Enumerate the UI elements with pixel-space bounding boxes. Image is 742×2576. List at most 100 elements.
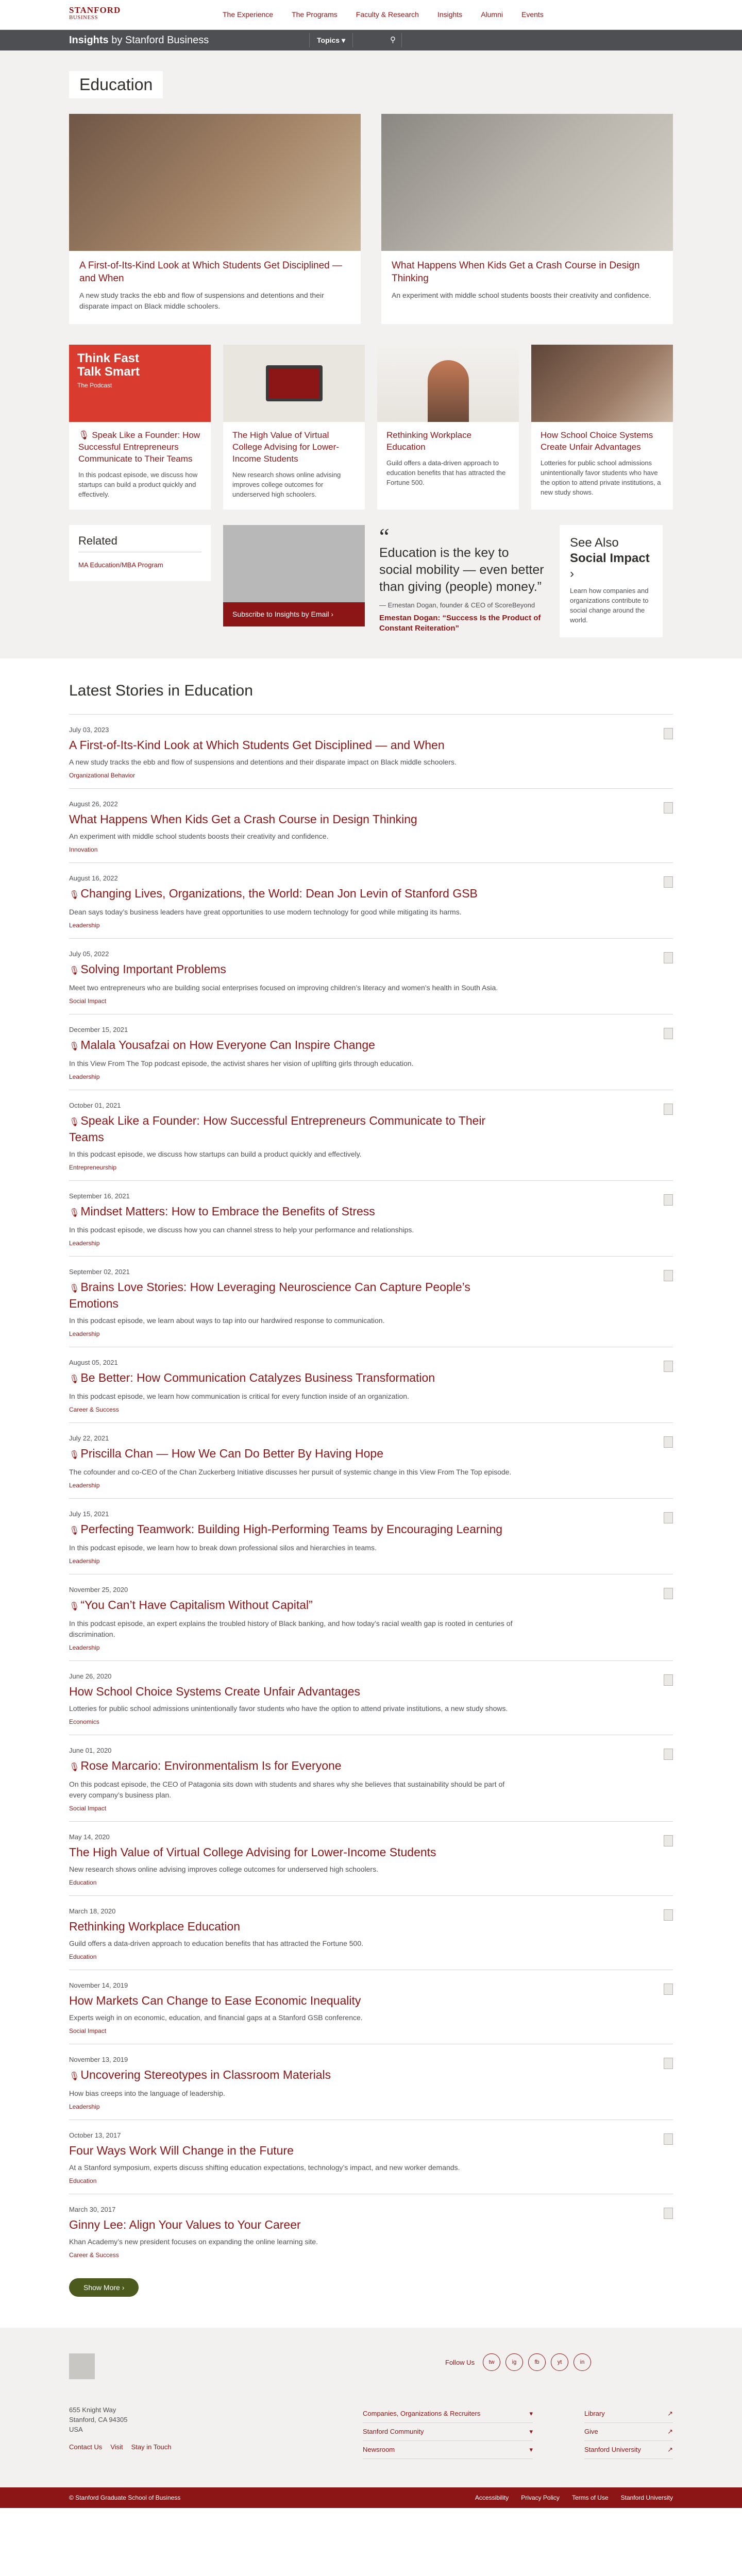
show-more-button[interactable]: Show More › — [69, 2278, 139, 2297]
nav-faculty-research[interactable]: Faculty & Research — [356, 10, 419, 19]
story-card-title[interactable]: How School Choice Systems Create Unfair … — [541, 429, 664, 453]
nav-insights[interactable]: Insights — [437, 10, 462, 19]
contact-us-link[interactable]: Contact Us — [69, 2443, 102, 2451]
bookmark-icon[interactable] — [664, 1588, 673, 1599]
story-topic-tag[interactable]: Leadership — [69, 2103, 673, 2110]
subscribe-box[interactable]: Subscribe to Insights by Email › — [223, 525, 365, 626]
bookmark-icon[interactable] — [664, 1194, 673, 1206]
bookmark-icon[interactable] — [664, 1984, 673, 1995]
see-also-box[interactable]: See Also Social Impact › Learn how compa… — [560, 525, 663, 637]
stanford-business-logo[interactable]: STANFORD BUSINESS — [69, 6, 121, 21]
story-title[interactable]: The High Value of Virtual College Advisi… — [69, 1845, 522, 1860]
insights-brand[interactable]: Insights by Stanford Business — [69, 35, 209, 46]
story-title[interactable]: 🎙 Solving Important Problems — [69, 962, 522, 978]
twitter-icon[interactable]: tw — [483, 2353, 501, 2371]
story-topic-tag[interactable]: Leadership — [69, 1240, 673, 1247]
related-link[interactable]: MA Education/MBA Program — [78, 561, 201, 570]
bookmark-icon[interactable] — [664, 1028, 673, 1039]
bookmark-icon[interactable] — [664, 2133, 673, 2145]
story-title[interactable]: 🎙 Rose Marcario: Environmentalism Is for… — [69, 1758, 522, 1775]
story-title[interactable]: Four Ways Work Will Change in the Future — [69, 2143, 522, 2158]
accessibility-link[interactable]: Accessibility — [475, 2494, 509, 2501]
story-title[interactable]: How School Choice Systems Create Unfair … — [69, 1684, 522, 1699]
footer-link[interactable]: Stanford Community ▾ — [363, 2423, 533, 2441]
linkedin-icon[interactable]: in — [574, 2353, 592, 2371]
footer-link[interactable]: Give ↗ — [584, 2423, 673, 2441]
footer-logo[interactable] — [69, 2353, 95, 2379]
bookmark-icon[interactable] — [664, 1512, 673, 1523]
story-title[interactable]: 🎙 Mindset Matters: How to Embrace the Be… — [69, 1204, 522, 1221]
footer-link[interactable]: Newsroom ▾ — [363, 2441, 533, 2459]
nav-events[interactable]: Events — [521, 10, 544, 19]
story-card-title[interactable]: Rethinking Workplace Education — [386, 429, 510, 453]
story-title[interactable]: 🎙 Perfecting Teamwork: Building High-Per… — [69, 1522, 522, 1538]
story-card[interactable]: Think Fast Talk Smart The Podcast 🎙 Spea… — [69, 345, 211, 510]
story-topic-tag[interactable]: Organizational Behavior — [69, 772, 673, 779]
youtube-icon[interactable]: yt — [551, 2353, 569, 2371]
story-title[interactable]: A First-of-Its-Kind Look at Which Studen… — [69, 738, 522, 753]
story-title[interactable]: 🎙 “You Can’t Have Capitalism Without Cap… — [69, 1598, 522, 1614]
story-topic-tag[interactable]: Career & Success — [69, 2251, 673, 2259]
story-card[interactable]: How School Choice Systems Create Unfair … — [531, 345, 673, 510]
story-title[interactable]: How Markets Can Change to Ease Economic … — [69, 1993, 522, 2008]
privacy-policy-link[interactable]: Privacy Policy — [521, 2494, 560, 2501]
story-title[interactable]: 🎙 Uncovering Stereotypes in Classroom Ma… — [69, 2067, 522, 2084]
facebook-icon[interactable]: fb — [528, 2353, 546, 2371]
bookmark-icon[interactable] — [664, 1436, 673, 1448]
bookmark-icon[interactable] — [664, 952, 673, 963]
bookmark-icon[interactable] — [664, 1361, 673, 1372]
story-topic-tag[interactable]: Education — [69, 1879, 673, 1886]
story-title[interactable]: Rethinking Workplace Education — [69, 1919, 522, 1934]
bookmark-icon[interactable] — [664, 876, 673, 888]
bookmark-icon[interactable] — [664, 1835, 673, 1846]
stanford-university-link[interactable]: Stanford University — [621, 2494, 673, 2501]
story-title[interactable]: What Happens When Kids Get a Crash Cours… — [69, 812, 522, 827]
nav-the-experience[interactable]: The Experience — [223, 10, 273, 19]
quote-source-link[interactable]: Emestan Dogan: “Success Is the Product o… — [379, 613, 545, 634]
story-topic-tag[interactable]: Leadership — [69, 1330, 673, 1337]
bookmark-icon[interactable] — [664, 1674, 673, 1686]
bookmark-icon[interactable] — [664, 1104, 673, 1115]
story-topic-tag[interactable]: Leadership — [69, 922, 673, 929]
story-topic-tag[interactable]: Education — [69, 1953, 673, 1960]
footer-link[interactable]: Stanford University ↗ — [584, 2441, 673, 2459]
bookmark-icon[interactable] — [664, 802, 673, 814]
terms-of-use-link[interactable]: Terms of Use — [572, 2494, 609, 2501]
nav-alumni[interactable]: Alumni — [481, 10, 503, 19]
story-topic-tag[interactable]: Innovation — [69, 846, 673, 853]
story-topic-tag[interactable]: Career & Success — [69, 1406, 673, 1413]
footer-link[interactable]: Companies, Organizations & Recruiters ▾ — [363, 2405, 533, 2423]
story-title[interactable]: 🎙 Speak Like a Founder: How Successful E… — [69, 1113, 522, 1145]
nav-the-programs[interactable]: The Programs — [292, 10, 338, 19]
visit-link[interactable]: Visit — [110, 2443, 123, 2451]
subscribe-link[interactable]: Subscribe to Insights by Email › — [223, 602, 365, 626]
story-title[interactable]: 🎙 Brains Love Stories: How Leveraging Ne… — [69, 1280, 522, 1311]
footer-link[interactable]: Library ↗ — [584, 2405, 673, 2423]
story-title[interactable]: 🎙 Changing Lives, Organizations, the Wor… — [69, 886, 522, 903]
featured-card[interactable]: A First-of-Its-Kind Look at Which Studen… — [69, 114, 361, 324]
story-topic-tag[interactable]: Social Impact — [69, 1805, 673, 1812]
bookmark-icon[interactable] — [664, 1909, 673, 1921]
featured-title[interactable]: What Happens When Kids Get a Crash Cours… — [392, 259, 663, 285]
story-card-title[interactable]: 🎙 Speak Like a Founder: How Successful E… — [78, 429, 201, 465]
story-topic-tag[interactable]: Social Impact — [69, 997, 673, 1005]
bookmark-icon[interactable] — [664, 1749, 673, 1760]
story-card-title[interactable]: The High Value of Virtual College Advisi… — [232, 429, 356, 465]
story-topic-tag[interactable]: Leadership — [69, 1482, 673, 1489]
story-card[interactable]: The High Value of Virtual College Advisi… — [223, 345, 365, 510]
story-topic-tag[interactable]: Education — [69, 2177, 673, 2184]
story-topic-tag[interactable]: Leadership — [69, 1073, 673, 1080]
story-title[interactable]: 🎙 Malala Yousafzai on How Everyone Can I… — [69, 1038, 522, 1054]
search-button[interactable]: ⚲ — [384, 33, 402, 47]
story-topic-tag[interactable]: Leadership — [69, 1557, 673, 1565]
stay-in-touch-link[interactable]: Stay in Touch — [131, 2443, 172, 2451]
featured-title[interactable]: A First-of-Its-Kind Look at Which Studen… — [79, 259, 350, 285]
story-topic-tag[interactable]: Economics — [69, 1718, 673, 1725]
bookmark-icon[interactable] — [664, 1270, 673, 1281]
story-topic-tag[interactable]: Leadership — [69, 1644, 673, 1651]
story-topic-tag[interactable]: Social Impact — [69, 2027, 673, 2035]
story-title[interactable]: 🎙 Be Better: How Communication Catalyzes… — [69, 1370, 522, 1387]
bookmark-icon[interactable] — [664, 2208, 673, 2219]
story-topic-tag[interactable]: Entrepreneurship — [69, 1164, 673, 1171]
bookmark-icon[interactable] — [664, 2058, 673, 2069]
